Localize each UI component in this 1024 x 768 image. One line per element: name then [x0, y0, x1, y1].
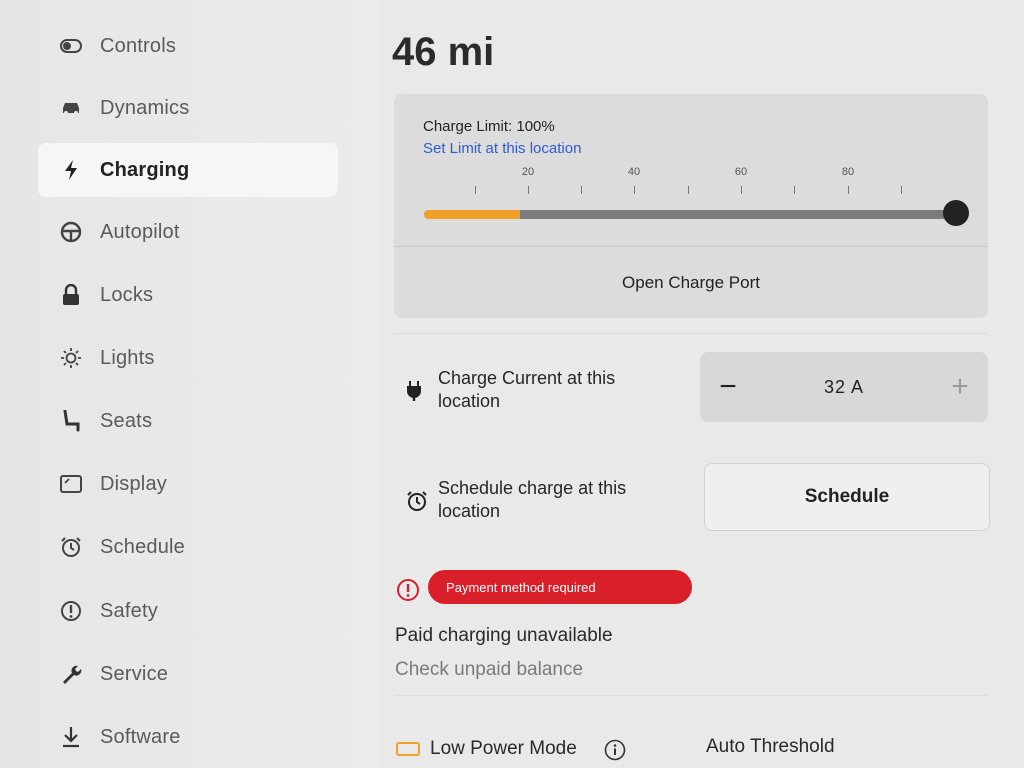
charge-limit-card: Charge Limit: 100% Set Limit at this loc… [394, 94, 988, 318]
scale-tick [901, 186, 902, 194]
sidebar-item-lights[interactable]: Lights [38, 331, 338, 385]
schedule-charge-label: Schedule charge at this location [438, 478, 627, 521]
display-icon [60, 473, 82, 495]
charge-current-stepper: − 32 A + [700, 352, 988, 422]
scale-label-60: 60 [734, 166, 748, 178]
sidebar-item-label: Dynamics [100, 96, 190, 119]
car-icon [60, 97, 82, 119]
plug-icon [406, 380, 428, 402]
sidebar-item-label: Display [100, 472, 167, 495]
divider [394, 695, 988, 696]
scale-label-40: 40 [627, 166, 641, 178]
auto-threshold-label[interactable]: Auto Threshold [706, 736, 835, 758]
scale-tick [688, 186, 689, 194]
scale-tick [741, 186, 742, 194]
wrench-icon [60, 663, 82, 685]
alarm-clock-icon [60, 536, 82, 558]
scale-tick [848, 186, 849, 194]
sidebar-item-label: Controls [100, 34, 177, 57]
sidebar-item-dynamics[interactable]: Dynamics [38, 81, 338, 135]
charge-limit-text: Charge Limit: 100% [423, 118, 555, 135]
sidebar-item-display[interactable]: Display [38, 457, 338, 511]
charge-current-label: Charge Current at this location [438, 368, 616, 411]
toggle-icon [60, 35, 82, 57]
scale-tick [581, 186, 582, 194]
scale-tick [475, 186, 476, 194]
scale-label-20: 20 [521, 166, 535, 178]
sidebar-item-label: Service [100, 662, 169, 685]
charge-current-value: 32 A [823, 376, 865, 397]
info-icon[interactable] [604, 739, 626, 761]
sidebar-item-locks[interactable]: Locks [38, 268, 338, 322]
bolt-icon [60, 159, 82, 181]
sidebar-item-label: Software [100, 725, 181, 748]
divider [394, 333, 988, 334]
steering-wheel-icon [60, 221, 82, 243]
range-readout: 46 mi [392, 30, 495, 74]
alarm-clock-icon [406, 490, 428, 512]
current-charge-fill [424, 210, 520, 219]
charge-limit-slider-handle[interactable] [943, 200, 969, 226]
scale-tick [634, 186, 635, 194]
sidebar-item-schedule[interactable]: Schedule [38, 520, 338, 574]
download-icon [60, 726, 82, 748]
exclamation-circle-icon [60, 600, 82, 622]
sidebar-item-service[interactable]: Service [38, 647, 338, 701]
schedule-button[interactable]: Schedule [704, 463, 990, 531]
sidebar-item-controls[interactable]: Controls [38, 19, 338, 73]
alert-icon [396, 578, 420, 602]
low-power-mode-label: Low Power Mode [430, 738, 577, 759]
charge-scale: 20 40 60 80 [424, 166, 956, 206]
sidebar: Controls Dynamics Charging Autopilot Loc… [0, 0, 380, 768]
sidebar-item-label: Locks [100, 283, 154, 306]
sun-icon [60, 347, 82, 369]
scale-tick [528, 186, 529, 194]
seat-icon [60, 410, 82, 432]
sidebar-item-autopilot[interactable]: Autopilot [38, 205, 338, 259]
sidebar-item-label: Charging [100, 158, 190, 181]
check-unpaid-balance-link[interactable]: Check unpaid balance [395, 659, 583, 681]
sidebar-item-label: Lights [100, 346, 155, 369]
sidebar-item-charging[interactable]: Charging [38, 143, 338, 197]
lock-icon [60, 284, 82, 306]
open-charge-port-button[interactable]: Open Charge Port [394, 247, 988, 318]
paid-charging-status: Paid charging unavailable [395, 625, 613, 646]
increase-current-button[interactable]: + [932, 352, 988, 422]
charge-limit-slider-track[interactable] [424, 210, 956, 219]
sidebar-item-label: Autopilot [100, 220, 180, 243]
scale-label-80: 80 [841, 166, 855, 178]
sidebar-item-seats[interactable]: Seats [38, 394, 338, 448]
sidebar-item-label: Schedule [100, 535, 185, 558]
set-limit-link[interactable]: Set Limit at this location [423, 140, 581, 157]
sidebar-item-safety[interactable]: Safety [38, 584, 338, 638]
battery-icon [396, 742, 420, 756]
sidebar-item-label: Seats [100, 409, 153, 432]
sidebar-item-software[interactable]: Software [38, 710, 338, 764]
decrease-current-button[interactable]: − [700, 352, 756, 422]
charging-panel: 46 mi Charge Limit: 100% Set Limit at th… [380, 0, 1024, 768]
sidebar-item-label: Safety [100, 599, 158, 622]
payment-required-badge[interactable]: Payment method required [428, 570, 692, 604]
scale-tick [794, 186, 795, 194]
